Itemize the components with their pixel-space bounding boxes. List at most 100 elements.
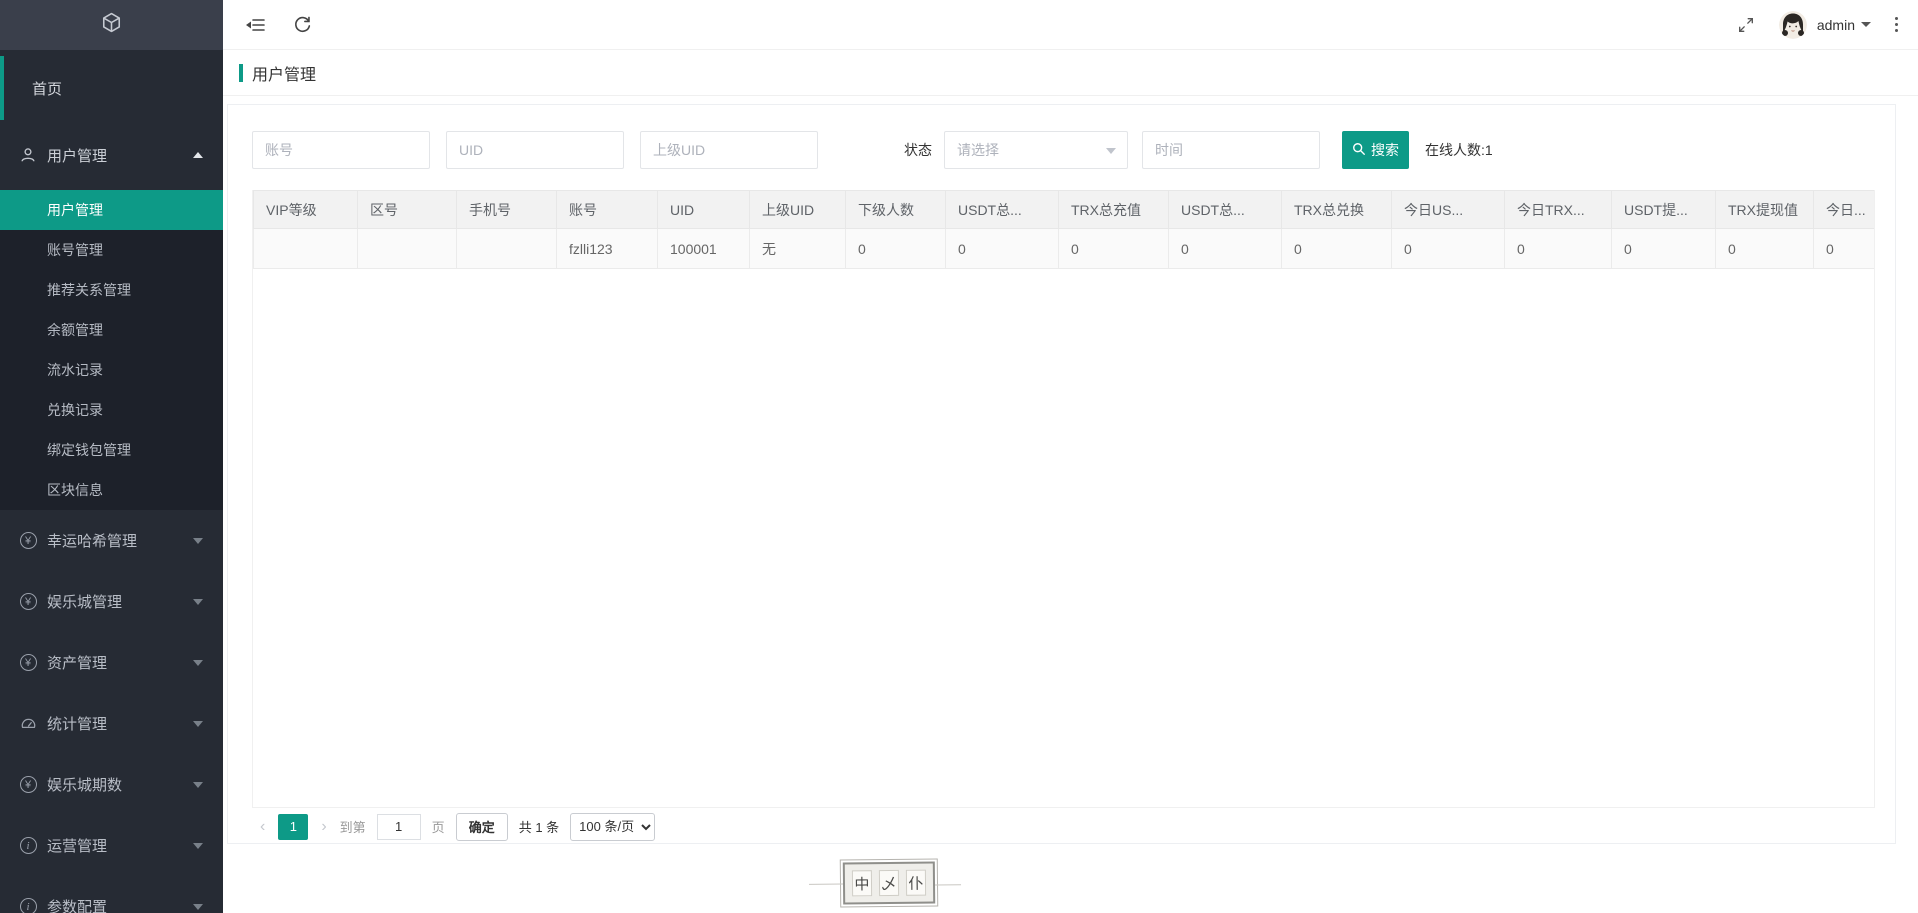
sidebar-item-label: 娱乐城管理 bbox=[47, 591, 193, 612]
submenu-item-referral-management[interactable]: 推荐关系管理 bbox=[0, 270, 223, 310]
col-header: 手机号 bbox=[457, 191, 557, 229]
title-band: 用户管理 bbox=[223, 50, 1918, 96]
sidebar-item-label: 幸运哈希管理 bbox=[47, 530, 193, 551]
col-header: USDT总... bbox=[1169, 191, 1282, 229]
sidebar-item-label: 用户管理 bbox=[47, 145, 193, 166]
sidebar-item-parameter-config[interactable]: 参数配置 bbox=[0, 876, 223, 913]
col-header: TRX总兑换 bbox=[1282, 191, 1392, 229]
cube-logo-icon bbox=[100, 11, 123, 39]
chevron-down-icon bbox=[193, 538, 203, 544]
page-title: 用户管理 bbox=[252, 61, 316, 85]
cell-parent-uid: 无 bbox=[750, 229, 846, 269]
topbar: admin bbox=[223, 0, 1918, 50]
sidebar-item-operations[interactable]: 运营管理 bbox=[0, 815, 223, 876]
cell-uid: 100001 bbox=[658, 229, 750, 269]
submenu-item-block-info[interactable]: 区块信息 bbox=[0, 470, 223, 510]
col-header: 今日TRX... bbox=[1505, 191, 1612, 229]
content-card: 状态 请选择 搜索 在线人数:1 bbox=[227, 104, 1896, 844]
yen-icon bbox=[18, 776, 38, 793]
submenu-item-balance-management[interactable]: 余额管理 bbox=[0, 310, 223, 350]
table-scroll-container[interactable]: VIP等级 区号 手机号 账号 UID 上级UID 下级人数 USDT总... … bbox=[252, 190, 1875, 808]
cell-usdt-withdraw: 0 bbox=[1612, 229, 1716, 269]
refresh-icon[interactable] bbox=[293, 15, 312, 34]
prev-page-button[interactable]: ‹ bbox=[258, 818, 267, 836]
more-menu-icon[interactable] bbox=[1895, 17, 1898, 32]
submenu-item-label: 推荐关系管理 bbox=[47, 280, 131, 300]
submenu-item-account-management[interactable]: 账号管理 bbox=[0, 230, 223, 270]
col-header: TRX总充值 bbox=[1059, 191, 1169, 229]
cell-today-usdt: 0 bbox=[1392, 229, 1505, 269]
table-row[interactable]: fzlli123 100001 无 0 0 0 0 0 0 0 0 0 0 bbox=[254, 229, 1876, 269]
goto-suffix-label: 页 bbox=[432, 817, 445, 836]
col-header: USDT总... bbox=[946, 191, 1059, 229]
chevron-down-icon bbox=[193, 843, 203, 849]
submenu-item-label: 余额管理 bbox=[47, 320, 103, 340]
collapse-menu-icon[interactable] bbox=[245, 17, 265, 33]
submenu-item-flow-records[interactable]: 流水记录 bbox=[0, 350, 223, 390]
col-header: 今日... bbox=[1814, 191, 1876, 229]
search-button-label: 搜索 bbox=[1371, 140, 1399, 160]
sidebar-item-lucky-hash[interactable]: 幸运哈希管理 bbox=[0, 510, 223, 571]
uid-input[interactable] bbox=[446, 131, 624, 169]
goto-page-input[interactable] bbox=[377, 814, 421, 840]
yen-icon bbox=[18, 593, 38, 610]
sidebar-item-label: 资产管理 bbox=[47, 652, 193, 673]
logo-bar bbox=[0, 0, 223, 50]
sidebar-item-casino-management[interactable]: 娱乐城管理 bbox=[0, 571, 223, 632]
cell-usdt-total-deposit: 0 bbox=[946, 229, 1059, 269]
status-select[interactable]: 请选择 bbox=[944, 131, 1128, 169]
stamp-char: 中 bbox=[852, 870, 872, 896]
avatar[interactable] bbox=[1779, 11, 1807, 39]
chevron-up-icon bbox=[193, 152, 203, 158]
submenu-item-label: 用户管理 bbox=[47, 200, 103, 220]
info-icon bbox=[18, 898, 38, 913]
chevron-down-icon[interactable] bbox=[1861, 22, 1871, 27]
sidebar-item-label: 运营管理 bbox=[47, 835, 193, 856]
time-input[interactable] bbox=[1142, 131, 1320, 169]
yen-icon bbox=[18, 532, 38, 549]
username-label[interactable]: admin bbox=[1817, 17, 1855, 33]
col-header: TRX提现值 bbox=[1716, 191, 1814, 229]
title-accent-bar bbox=[239, 64, 243, 82]
sidebar-item-casino-periods[interactable]: 娱乐城期数 bbox=[0, 754, 223, 815]
search-button[interactable]: 搜索 bbox=[1342, 131, 1409, 169]
page-size-select[interactable]: 100 条/页 bbox=[570, 813, 655, 841]
col-header: 区号 bbox=[358, 191, 457, 229]
account-input[interactable] bbox=[252, 131, 430, 169]
sidebar-item-asset-management[interactable]: 资产管理 bbox=[0, 632, 223, 693]
col-header: UID bbox=[658, 191, 750, 229]
col-header: VIP等级 bbox=[254, 191, 358, 229]
cell-account: fzlli123 bbox=[557, 229, 658, 269]
user-icon bbox=[18, 146, 38, 164]
parent-uid-input[interactable] bbox=[640, 131, 818, 169]
stamp-char: 仆 bbox=[906, 870, 926, 896]
yen-icon bbox=[18, 654, 38, 671]
cell-usdt-total-exchange: 0 bbox=[1169, 229, 1282, 269]
stamp-char: 乄 bbox=[879, 870, 899, 896]
chevron-down-icon bbox=[1106, 148, 1116, 154]
current-page-button[interactable]: 1 bbox=[278, 814, 308, 840]
pagination: ‹ 1 › 到第 页 确定 共 1 条 100 条/页 bbox=[252, 809, 1875, 844]
col-header: 下级人数 bbox=[846, 191, 946, 229]
fullscreen-icon[interactable] bbox=[1737, 16, 1755, 34]
active-stripe bbox=[0, 56, 4, 120]
table-header-row: VIP等级 区号 手机号 账号 UID 上级UID 下级人数 USDT总... … bbox=[254, 191, 1876, 229]
sidebar-item-label: 娱乐城期数 bbox=[47, 774, 193, 795]
submenu-item-label: 兑换记录 bbox=[47, 400, 103, 420]
submenu-item-exchange-records[interactable]: 兑换记录 bbox=[0, 390, 223, 430]
confirm-button[interactable]: 确定 bbox=[456, 813, 508, 841]
sidebar-item-label: 统计管理 bbox=[47, 713, 193, 734]
sidebar-item-statistics[interactable]: 统计管理 bbox=[0, 693, 223, 754]
sidebar-item-user-management[interactable]: 用户管理 bbox=[0, 120, 223, 190]
chevron-down-icon bbox=[193, 599, 203, 605]
submenu-item-wallet-binding[interactable]: 绑定钱包管理 bbox=[0, 430, 223, 470]
status-select-placeholder: 请选择 bbox=[957, 140, 999, 160]
cell-phone bbox=[457, 229, 557, 269]
sidebar-item-home[interactable]: 首页 bbox=[0, 56, 223, 120]
cell-trx-withdraw: 0 bbox=[1716, 229, 1814, 269]
chevron-down-icon bbox=[193, 721, 203, 727]
cell-today-withdraw: 0 bbox=[1814, 229, 1876, 269]
next-page-button[interactable]: › bbox=[319, 818, 328, 836]
col-header: USDT提... bbox=[1612, 191, 1716, 229]
submenu-item-user-management[interactable]: 用户管理 bbox=[0, 190, 223, 230]
